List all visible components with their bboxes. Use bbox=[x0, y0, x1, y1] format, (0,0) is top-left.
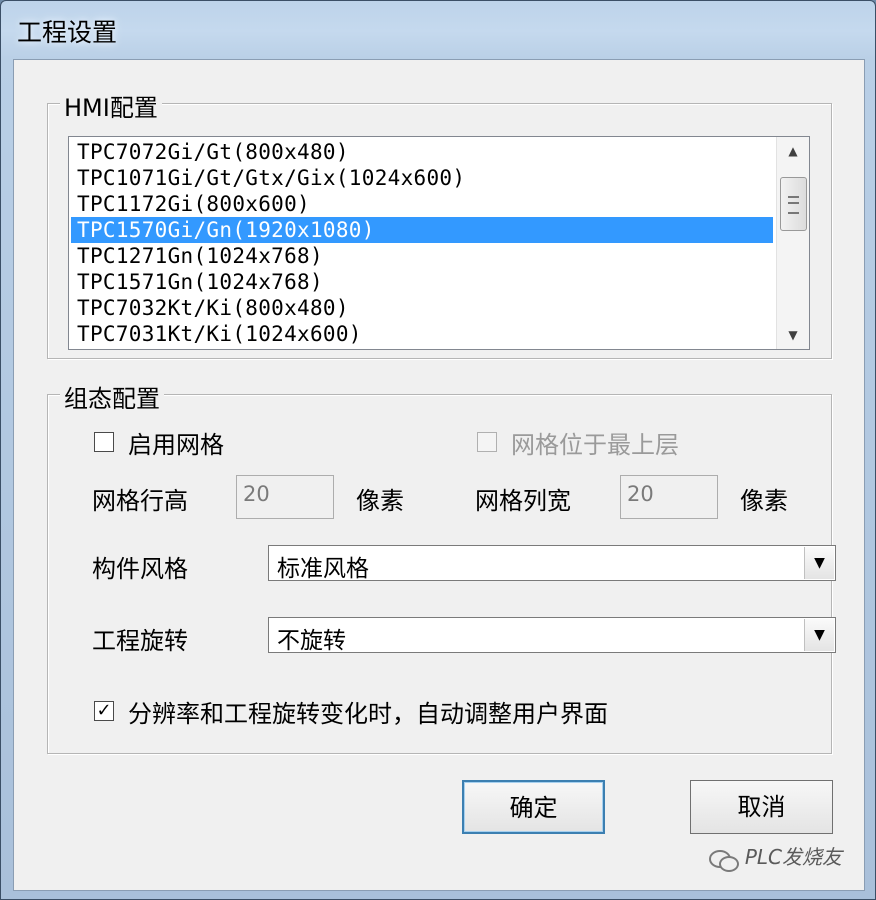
list-item[interactable]: TPC1571Gn(1024x768) bbox=[71, 269, 773, 295]
auto-adjust-label[interactable]: 分辨率和工程旋转变化时，自动调整用户界面 bbox=[128, 694, 608, 729]
project-rotation-select[interactable]: 不旋转 ▼ bbox=[268, 617, 836, 654]
grid-row-height-unit: 像素 bbox=[356, 487, 404, 515]
grid-col-width-unit: 像素 bbox=[740, 487, 788, 515]
project-settings-dialog: 工程设置 HMI配置 TPC7072Gi/Gt(800x480) TPC1071G… bbox=[0, 0, 876, 900]
grid-on-top-checkbox[interactable] bbox=[477, 432, 497, 452]
wechat-icon bbox=[708, 848, 739, 872]
grid-col-width-field[interactable]: 20 bbox=[620, 475, 718, 519]
watermark-text: PLC发烧友 bbox=[744, 845, 842, 869]
chevron-down-icon[interactable]: ▼ bbox=[804, 547, 834, 579]
grid-row-height-field[interactable]: 20 bbox=[236, 475, 334, 519]
component-style-value: 标准风格 bbox=[277, 556, 369, 582]
auto-adjust-checkbox[interactable]: ✓ bbox=[94, 701, 114, 721]
project-rotation-label: 工程旋转 bbox=[92, 627, 188, 655]
hmi-config-title: HMI配置 bbox=[60, 88, 162, 123]
list-item[interactable]: TPC7072Gi/Gt(800x480) bbox=[71, 139, 773, 165]
config-group-title: 组态配置 bbox=[60, 379, 164, 414]
dialog-title: 工程设置 bbox=[17, 18, 118, 47]
scroll-down-icon[interactable]: ▼ bbox=[777, 321, 809, 349]
enable-grid-checkbox[interactable] bbox=[94, 432, 114, 452]
list-item[interactable]: TPC7031Kt/Ki(1024x600) bbox=[71, 321, 773, 347]
component-style-label: 构件风格 bbox=[92, 555, 188, 583]
config-group: 组态配置 启用网格 网格位于最上层 网格行高 20 像素 网格列宽 20 像素 … bbox=[47, 379, 836, 754]
list-item[interactable]: TPC1570Gi/Gn(1920x1080) bbox=[71, 217, 773, 243]
project-rotation-value: 不旋转 bbox=[277, 628, 346, 654]
enable-grid-label[interactable]: 启用网格 bbox=[128, 425, 224, 460]
scrollbar-thumb[interactable] bbox=[780, 177, 807, 231]
grid-row-height-label: 网格行高 bbox=[92, 487, 188, 515]
watermark: PLC发烧友 bbox=[708, 841, 842, 872]
list-item[interactable]: TPC1071Gi/Gt/Gtx/Gix(1024x600) bbox=[71, 165, 773, 191]
title-bar[interactable]: 工程设置 bbox=[1, 1, 875, 57]
dialog-body: HMI配置 TPC7072Gi/Gt(800x480) TPC1071Gi/Gt/… bbox=[13, 59, 865, 891]
list-item[interactable]: TPC1172Gi(800x600) bbox=[71, 191, 773, 217]
listbox-scrollbar[interactable]: ▲ ▼ bbox=[776, 137, 809, 349]
hmi-model-listbox[interactable]: TPC7072Gi/Gt(800x480) TPC1071Gi/Gt/Gtx/Gi… bbox=[68, 136, 810, 350]
cancel-button[interactable]: 取消 bbox=[690, 780, 833, 834]
list-item[interactable]: TPC1271Gn(1024x768) bbox=[71, 243, 773, 269]
ok-button[interactable]: 确定 bbox=[462, 780, 605, 834]
grid-col-width-label: 网格列宽 bbox=[475, 487, 571, 515]
hmi-model-list: TPC7072Gi/Gt(800x480) TPC1071Gi/Gt/Gtx/Gi… bbox=[71, 139, 773, 347]
grid-on-top-label: 网格位于最上层 bbox=[511, 431, 679, 459]
list-item[interactable]: TPC7032Kt/Ki(800x480) bbox=[71, 295, 773, 321]
grip-icon bbox=[788, 196, 799, 214]
scroll-up-icon[interactable]: ▲ bbox=[777, 137, 809, 165]
hmi-config-group: HMI配置 TPC7072Gi/Gt(800x480) TPC1071Gi/Gt/… bbox=[47, 88, 832, 359]
component-style-select[interactable]: 标准风格 ▼ bbox=[268, 545, 836, 582]
chevron-down-icon[interactable]: ▼ bbox=[804, 619, 834, 651]
